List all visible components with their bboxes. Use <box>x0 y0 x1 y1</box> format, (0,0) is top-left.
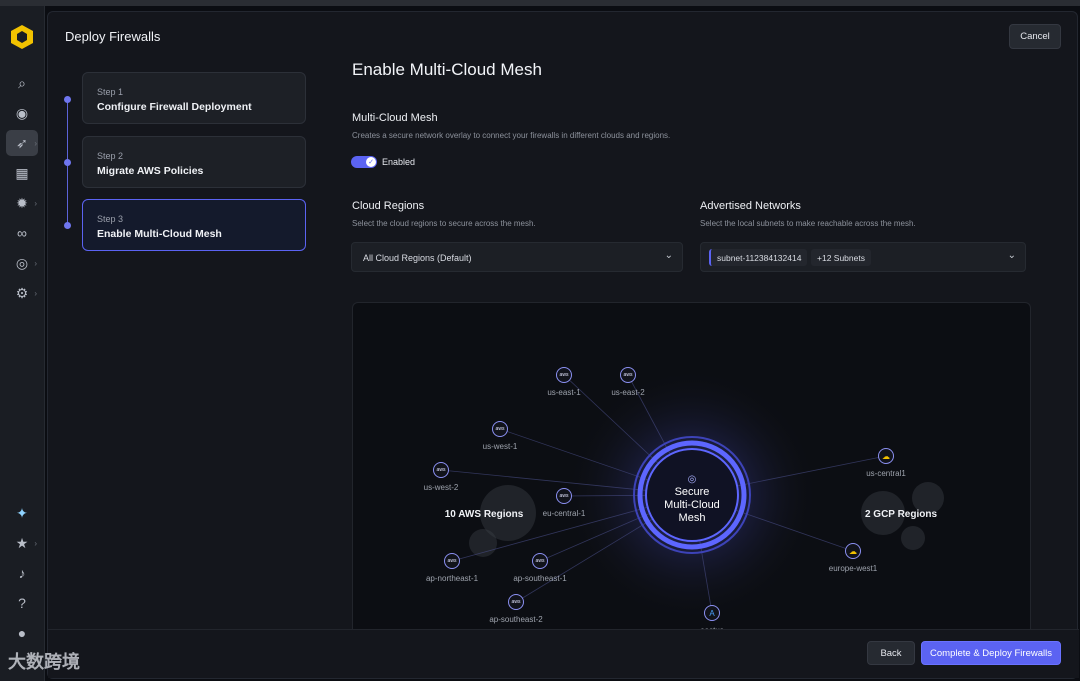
region-label: us-east-2 <box>611 388 645 397</box>
region-label: eu-central-1 <box>542 509 586 518</box>
step-1[interactable]: Step 1 Configure Firewall Deployment <box>82 72 306 124</box>
bell-icon[interactable]: ♪ <box>6 560 38 586</box>
advertised-networks-description: Select the local subnets to make reachab… <box>700 219 916 228</box>
nav-rail: ⌕ ◉ ➶ › ▦ ✹ › ∞ ◎ › ⚙ › ✦ ★ › ♪ ? ● <box>0 6 45 681</box>
mesh-enabled-toggle[interactable]: ✓ <box>351 156 377 168</box>
region-label: us-east-1 <box>547 388 581 397</box>
center-line-2: Multi-Cloud <box>664 499 720 511</box>
chevron-down-icon: ⌄ <box>1007 250 1016 261</box>
region-label: ap-northeast-1 <box>425 574 479 583</box>
page-heading: Enable Multi-Cloud Mesh <box>352 60 542 79</box>
region-label: ap-southeast-1 <box>513 574 567 583</box>
aws-region-icon[interactable]: aws <box>556 367 572 383</box>
sparkle-icon[interactable]: ✦ <box>6 500 38 526</box>
step-title: Enable Multi-Cloud Mesh <box>97 228 222 240</box>
aws-region-icon[interactable]: aws <box>444 553 460 569</box>
mesh-section-title: Multi-Cloud Mesh <box>352 112 438 124</box>
gcp-region-icon[interactable]: ☁ <box>878 448 894 464</box>
user-icon[interactable]: ● <box>6 620 38 646</box>
toggle-label: Enabled <box>382 157 416 167</box>
chevron-down-icon: ⌄ <box>664 250 673 261</box>
gear-icon[interactable]: ⚙ › <box>6 280 38 306</box>
step-number: Step 1 <box>97 87 124 97</box>
complete-deploy-button[interactable]: Complete & Deploy Firewalls <box>921 641 1061 665</box>
center-line-3: Mesh <box>678 512 706 524</box>
center-icon: ◎ <box>687 474 697 485</box>
check-icon: ✓ <box>366 157 376 167</box>
star-icon[interactable]: ★ › <box>6 530 38 556</box>
watermark: 大数跨境 <box>8 652 80 672</box>
subnet-chip[interactable]: subnet-112384132414 <box>709 249 808 266</box>
step-title: Configure Firewall Deployment <box>97 101 252 113</box>
select-value: All Cloud Regions (Default) <box>363 253 472 263</box>
azure-region-icon[interactable]: A <box>704 605 720 621</box>
gcp-region-icon[interactable]: ☁ <box>845 543 861 559</box>
gcp-group-label: 2 GCP Regions <box>864 509 938 520</box>
more-subnets-chip[interactable]: +12 Subnets <box>811 249 871 266</box>
deploy-icon[interactable]: ➶ › <box>6 130 38 156</box>
modal-footer: Back Complete & Deploy Firewalls <box>48 629 1079 678</box>
bug-icon[interactable]: ✹ › <box>6 190 38 216</box>
aws-group-label: 10 AWS Regions <box>444 509 524 520</box>
step-dot-2 <box>64 159 71 166</box>
advertised-networks-select[interactable]: subnet-112384132414 +12 Subnets ⌄ <box>700 242 1026 272</box>
cancel-button[interactable]: Cancel <box>1009 24 1061 49</box>
step-3[interactable]: Step 3 Enable Multi-Cloud Mesh <box>82 199 306 251</box>
binoculars-icon[interactable]: ∞ <box>6 220 38 246</box>
step-number: Step 2 <box>97 151 124 161</box>
cloud-regions-title: Cloud Regions <box>352 200 425 212</box>
aws-region-icon[interactable]: aws <box>556 488 572 504</box>
step-dot-3 <box>64 222 71 229</box>
center-line-1: Secure <box>674 486 710 498</box>
aws-region-icon[interactable]: aws <box>433 462 449 478</box>
cluster-blob-4 <box>901 526 925 550</box>
aws-region-icon[interactable]: aws <box>492 421 508 437</box>
advertised-networks-title: Advertised Networks <box>700 200 801 212</box>
region-label: europe-west1 <box>828 564 878 573</box>
deploy-firewalls-modal: Deploy Firewalls Cancel Step 1 Configure… <box>47 11 1079 679</box>
aws-region-icon[interactable]: aws <box>620 367 636 383</box>
target-icon[interactable]: ◉ <box>6 100 38 126</box>
region-label: us-central1 <box>866 469 906 478</box>
step-dot-1 <box>64 96 71 103</box>
mesh-diagram: ◎ Secure Multi-Cloud Mesh 10 AWS Regions… <box>352 302 1031 632</box>
search-icon[interactable]: ⌕ <box>6 70 38 96</box>
region-label: us-west-1 <box>482 442 518 451</box>
top-bar <box>0 0 1080 6</box>
aws-region-icon[interactable]: aws <box>508 594 524 610</box>
step-number: Step 3 <box>97 214 124 224</box>
center-label: ◎ Secure Multi-Cloud Mesh <box>647 473 737 525</box>
modal-title: Deploy Firewalls <box>65 29 161 44</box>
inspect-icon[interactable]: ◎ › <box>6 250 38 276</box>
aws-region-icon[interactable]: aws <box>532 553 548 569</box>
board-icon[interactable]: ▦ <box>6 160 38 186</box>
region-label: ap-southeast-2 <box>489 615 543 624</box>
mesh-section-description: Creates a secure network overlay to conn… <box>352 131 671 140</box>
cloud-regions-select[interactable]: All Cloud Regions (Default) ⌄ <box>351 242 683 272</box>
cloud-regions-description: Select the cloud regions to secure acros… <box>352 219 536 228</box>
help-icon[interactable]: ? <box>6 590 38 616</box>
region-label: us-west-2 <box>423 483 459 492</box>
step-title: Migrate AWS Policies <box>97 165 204 177</box>
back-button[interactable]: Back <box>867 641 915 665</box>
step-2[interactable]: Step 2 Migrate AWS Policies <box>82 136 306 188</box>
logo-icon <box>11 25 33 49</box>
